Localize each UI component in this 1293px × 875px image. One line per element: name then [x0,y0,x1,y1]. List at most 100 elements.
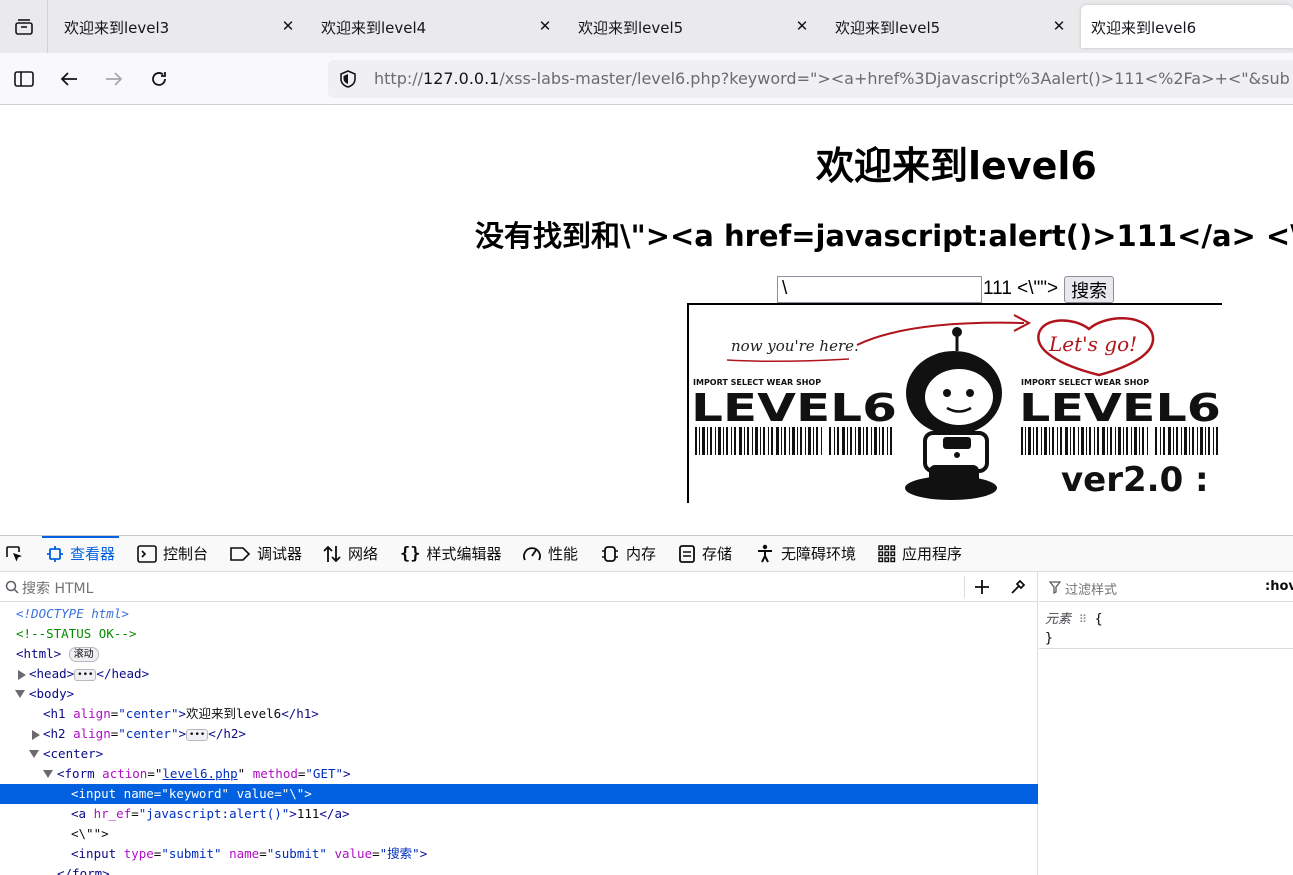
tree-line-h1[interactable]: <h1 align="center">欢迎来到level6</h1> [0,704,1038,724]
reload-icon [152,72,166,86]
page-subheading: 没有找到和\"><a href=javascript:alert()>111</… [475,219,1293,253]
element-picker-button[interactable] [4,536,24,571]
braces-icon: {} [400,543,421,564]
debugger-icon [230,546,251,561]
tab-accessibility[interactable]: 无障碍环境 [755,536,856,571]
url-host: 127.0.0.1 [423,69,500,88]
tab-level5[interactable]: 欢迎来到level5 ✕ [564,5,819,48]
tab-list-icon [14,18,33,35]
version-text: ver2.0 : [1061,460,1209,500]
tab-title: 欢迎来到level5 [578,19,684,37]
devtools-toolbar: 查看器 控制台 调试器 网络 {} 样式编辑器 性能 内存 存储 无障碍环境 应… [0,536,1293,572]
tree-line-input-submit[interactable]: <input type="submit" name="submit" value… [0,844,1038,864]
scroll-badge[interactable]: 滚动 [68,647,99,662]
element-picker-icon [6,545,22,561]
url-bar[interactable]: http://127.0.0.1/xss-labs-master/level6.… [328,60,1293,98]
tab-network[interactable]: 网络 [322,536,378,571]
close-tab-icon[interactable]: ✕ [1050,17,1068,35]
forward-button[interactable] [98,63,130,95]
barcode-left [695,427,892,455]
tree-line-doctype[interactable]: <!DOCTYPE html> [0,604,1038,624]
markup-panel: 搜索 HTML <!DOCTYPE html> <!--STATUS OK-->… [0,572,1038,875]
tab-label: 内存 [626,545,657,563]
url-scheme: http:// [374,69,424,88]
network-icon [323,545,341,562]
tree-line-anchor[interactable]: <a hr_ef="javascript:alert()">111</a> [0,804,1038,824]
console-icon [137,544,157,563]
collapse-arrow-icon[interactable] [15,690,25,698]
tab-level4[interactable]: 欢迎来到level4 ✕ [307,5,562,48]
search-button[interactable]: 搜索 [1064,275,1115,303]
tree-line-head[interactable]: <head> ••• </head> [0,664,1038,684]
back-button[interactable] [53,63,85,95]
filter-styles-input[interactable]: 过滤样式 [1065,579,1117,598]
html-search-input[interactable]: 搜索 HTML [22,578,93,598]
tab-application[interactable]: 应用程序 [878,536,962,571]
tab-level5-second[interactable]: 欢迎来到level5 ✕ [821,5,1076,48]
application-grid-icon [878,544,896,562]
tree-line-text-node[interactable]: <\""> [0,824,1038,844]
rule-open-brace: { [1094,612,1103,627]
search-icon [5,580,19,594]
tab-storage[interactable]: 存储 [678,536,732,571]
divider [1039,648,1293,649]
filter-icon [1049,581,1061,594]
tab-label: 查看器 [70,545,116,563]
injected-link-text[interactable]: 111 <\""> [983,278,1058,300]
tab-list-button[interactable] [0,0,48,53]
level6-text-left: LEVEL6 [691,386,897,430]
tab-label: 无障碍环境 [781,545,857,563]
filter-styles-bar[interactable]: 过滤样式 :hov [1039,572,1293,602]
tab-console[interactable]: 控制台 [137,536,208,571]
close-tab-icon[interactable]: ✕ [793,17,811,35]
tree-line-h2[interactable]: <h2 align="center"> ••• </h2> [0,724,1038,744]
tab-level6-active[interactable]: 欢迎来到level6 [1081,5,1293,48]
expand-arrow-icon[interactable] [32,730,40,740]
tree-line-html[interactable]: <html> 滚动 [0,644,1038,664]
memory-icon [602,545,618,562]
devtools-panel: 查看器 控制台 调试器 网络 {} 样式编辑器 性能 内存 存储 无障碍环境 应… [0,535,1293,875]
lets-go-text: Let's go! [1048,332,1137,356]
inspector-icon [47,545,63,562]
tab-style-editor[interactable]: {} 样式编辑器 [400,536,502,571]
tree-line-input-keyword-selected[interactable]: <input name="keyword" value="\"> [0,784,1038,804]
collapsed-ellipsis-icon[interactable]: ••• [186,728,209,741]
html-search-bar[interactable]: 搜索 HTML [0,572,1038,602]
close-tab-icon[interactable]: ✕ [279,17,297,35]
close-tab-icon[interactable]: ✕ [536,17,554,35]
rule-grid-icon[interactable]: ⠿ [1079,613,1087,626]
tab-label: 性能 [548,545,579,563]
hov-toggle-button[interactable]: :hov [1265,579,1293,594]
performance-icon [523,546,541,560]
eyedropper-icon[interactable] [1009,578,1027,596]
tree-line-body[interactable]: <body> [0,684,1038,704]
rule-close-brace: } [1045,631,1053,646]
barcode-right [1021,427,1218,455]
reload-button[interactable] [143,63,175,95]
expand-arrow-icon[interactable] [18,670,26,680]
tab-level3[interactable]: 欢迎来到level3 ✕ [50,5,305,48]
level-banner-image: now you're here. Let's go! IMPORT SELECT… [687,303,1222,503]
tree-line-comment[interactable]: <!--STATUS OK--> [0,624,1038,644]
collapse-arrow-icon[interactable] [29,750,39,758]
tab-performance[interactable]: 性能 [522,536,578,571]
add-node-icon[interactable] [973,578,991,596]
tab-title: 欢迎来到level3 [64,19,170,37]
tree-line-form-close[interactable]: </form> [0,864,1038,875]
level-banner-graphic: now you're here. Let's go! IMPORT SELECT… [691,314,1221,500]
divider [964,576,965,598]
dom-tree: <!DOCTYPE html> <!--STATUS OK--> <html> … [0,604,1038,875]
arrow-right-icon [106,72,123,86]
tab-inspector[interactable]: 查看器 [41,536,120,571]
collapsed-ellipsis-icon[interactable]: ••• [74,668,97,681]
tab-memory[interactable]: 内存 [600,536,656,571]
sidebar-toggle-button[interactable] [8,63,40,95]
keyword-input[interactable] [777,275,982,303]
tree-line-center[interactable]: <center> [0,744,1038,764]
shield-icon[interactable] [338,69,358,89]
url-text[interactable]: http://127.0.0.1/xss-labs-master/level6.… [374,69,1290,88]
tree-line-form[interactable]: <form action="level6.php" method="GET"> [0,764,1038,784]
tab-debugger[interactable]: 调试器 [229,536,302,571]
collapse-arrow-icon[interactable] [43,770,53,778]
level6-text-right: LEVEL6 [1019,386,1221,430]
